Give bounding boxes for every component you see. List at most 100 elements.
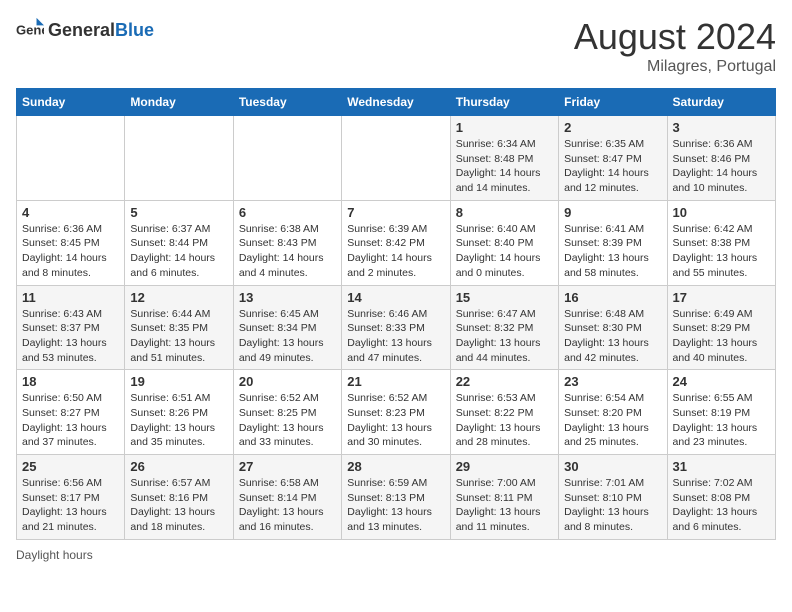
calendar-cell: 22Sunrise: 6:53 AM Sunset: 8:22 PM Dayli…	[450, 370, 558, 455]
day-number: 1	[456, 120, 553, 135]
calendar-cell: 25Sunrise: 6:56 AM Sunset: 8:17 PM Dayli…	[17, 455, 125, 540]
calendar-cell: 26Sunrise: 6:57 AM Sunset: 8:16 PM Dayli…	[125, 455, 233, 540]
day-number: 9	[564, 205, 661, 220]
day-info: Sunrise: 6:54 AM Sunset: 8:20 PM Dayligh…	[564, 391, 661, 450]
day-info: Sunrise: 6:42 AM Sunset: 8:38 PM Dayligh…	[673, 222, 770, 281]
calendar-table: SundayMondayTuesdayWednesdayThursdayFrid…	[16, 88, 776, 540]
calendar-cell: 9 Sunrise: 6:41 AM Sunset: 8:39 PM Daylig…	[559, 200, 667, 285]
day-info: Sunrise: 6:41 AM Sunset: 8:39 PM Dayligh…	[564, 222, 661, 281]
location-subtitle: Milagres, Portugal	[574, 58, 776, 76]
day-info: Sunrise: 7:02 AM Sunset: 8:08 PM Dayligh…	[673, 476, 770, 535]
day-number: 12	[130, 290, 227, 305]
calendar-cell: 18 Sunrise: 6:50 AM Sunset: 8:27 PM Dayli…	[17, 370, 125, 455]
day-number: 2	[564, 120, 661, 135]
day-number: 27	[239, 459, 336, 474]
week-row-2: 4 Sunrise: 6:36 AM Sunset: 8:45 PM Daylig…	[17, 200, 776, 285]
day-info: Sunrise: 6:44 AM Sunset: 8:35 PM Dayligh…	[130, 307, 227, 366]
day-info: Sunrise: 6:53 AM Sunset: 8:22 PM Dayligh…	[456, 391, 553, 450]
week-row-1: 1 Sunrise: 6:34 AM Sunset: 8:48 PM Daylig…	[17, 116, 776, 201]
calendar-cell: 1 Sunrise: 6:34 AM Sunset: 8:48 PM Daylig…	[450, 116, 558, 201]
weekday-header-monday: Monday	[125, 89, 233, 116]
weekday-header-row: SundayMondayTuesdayWednesdayThursdayFrid…	[17, 89, 776, 116]
day-number: 21	[347, 374, 444, 389]
day-number: 14	[347, 290, 444, 305]
weekday-header-friday: Friday	[559, 89, 667, 116]
day-info: Sunrise: 6:58 AM Sunset: 8:14 PM Dayligh…	[239, 476, 336, 535]
day-info: Sunrise: 6:48 AM Sunset: 8:30 PM Dayligh…	[564, 307, 661, 366]
day-info: Sunrise: 6:45 AM Sunset: 8:34 PM Dayligh…	[239, 307, 336, 366]
day-info: Sunrise: 6:52 AM Sunset: 8:25 PM Dayligh…	[239, 391, 336, 450]
logo-icon: General	[16, 16, 44, 44]
week-row-4: 18 Sunrise: 6:50 AM Sunset: 8:27 PM Dayli…	[17, 370, 776, 455]
calendar-cell: 21 Sunrise: 6:52 AM Sunset: 8:23 PM Dayli…	[342, 370, 450, 455]
day-number: 23	[564, 374, 661, 389]
day-number: 24	[673, 374, 770, 389]
calendar-cell: 14 Sunrise: 6:46 AM Sunset: 8:33 PM Dayli…	[342, 285, 450, 370]
day-info: Sunrise: 6:55 AM Sunset: 8:19 PM Dayligh…	[673, 391, 770, 450]
calendar-cell: 5 Sunrise: 6:37 AM Sunset: 8:44 PM Daylig…	[125, 200, 233, 285]
calendar-cell: 10 Sunrise: 6:42 AM Sunset: 8:38 PM Dayli…	[667, 200, 775, 285]
calendar-cell: 20 Sunrise: 6:52 AM Sunset: 8:25 PM Dayli…	[233, 370, 341, 455]
weekday-header-saturday: Saturday	[667, 89, 775, 116]
week-row-3: 11Sunrise: 6:43 AM Sunset: 8:37 PM Dayli…	[17, 285, 776, 370]
weekday-header-tuesday: Tuesday	[233, 89, 341, 116]
day-number: 7	[347, 205, 444, 220]
day-number: 17	[673, 290, 770, 305]
day-number: 16	[564, 290, 661, 305]
day-info: Sunrise: 6:40 AM Sunset: 8:40 PM Dayligh…	[456, 222, 553, 281]
day-info: Sunrise: 6:38 AM Sunset: 8:43 PM Dayligh…	[239, 222, 336, 281]
day-info: Sunrise: 6:46 AM Sunset: 8:33 PM Dayligh…	[347, 307, 444, 366]
day-number: 20	[239, 374, 336, 389]
logo-general-text: General	[48, 20, 115, 40]
day-number: 31	[673, 459, 770, 474]
day-info: Sunrise: 6:50 AM Sunset: 8:27 PM Dayligh…	[22, 391, 119, 450]
calendar-cell: 17 Sunrise: 6:49 AM Sunset: 8:29 PM Dayli…	[667, 285, 775, 370]
day-number: 6	[239, 205, 336, 220]
weekday-header-thursday: Thursday	[450, 89, 558, 116]
calendar-cell: 16 Sunrise: 6:48 AM Sunset: 8:30 PM Dayli…	[559, 285, 667, 370]
day-number: 5	[130, 205, 227, 220]
day-number: 30	[564, 459, 661, 474]
day-info: Sunrise: 6:36 AM Sunset: 8:46 PM Dayligh…	[673, 137, 770, 196]
calendar-cell: 30Sunrise: 7:01 AM Sunset: 8:10 PM Dayli…	[559, 455, 667, 540]
calendar-cell	[342, 116, 450, 201]
day-number: 8	[456, 205, 553, 220]
day-number: 11	[22, 290, 119, 305]
month-year-title: August 2024	[574, 16, 776, 58]
calendar-cell: 27 Sunrise: 6:58 AM Sunset: 8:14 PM Dayli…	[233, 455, 341, 540]
calendar-cell: 13 Sunrise: 6:45 AM Sunset: 8:34 PM Dayli…	[233, 285, 341, 370]
logo: General GeneralBlue	[16, 16, 154, 44]
calendar-cell: 28Sunrise: 6:59 AM Sunset: 8:13 PM Dayli…	[342, 455, 450, 540]
day-info: Sunrise: 6:36 AM Sunset: 8:45 PM Dayligh…	[22, 222, 119, 281]
calendar-cell	[233, 116, 341, 201]
day-info: Sunrise: 6:37 AM Sunset: 8:44 PM Dayligh…	[130, 222, 227, 281]
logo-blue-text: Blue	[115, 20, 154, 40]
day-number: 15	[456, 290, 553, 305]
day-info: Sunrise: 6:57 AM Sunset: 8:16 PM Dayligh…	[130, 476, 227, 535]
calendar-cell	[125, 116, 233, 201]
calendar-cell: 8 Sunrise: 6:40 AM Sunset: 8:40 PM Daylig…	[450, 200, 558, 285]
day-info: Sunrise: 6:49 AM Sunset: 8:29 PM Dayligh…	[673, 307, 770, 366]
calendar-cell	[17, 116, 125, 201]
day-info: Sunrise: 6:59 AM Sunset: 8:13 PM Dayligh…	[347, 476, 444, 535]
footer-note: Daylight hours	[16, 548, 776, 562]
day-info: Sunrise: 7:00 AM Sunset: 8:11 PM Dayligh…	[456, 476, 553, 535]
calendar-cell: 24 Sunrise: 6:55 AM Sunset: 8:19 PM Dayli…	[667, 370, 775, 455]
day-info: Sunrise: 6:34 AM Sunset: 8:48 PM Dayligh…	[456, 137, 553, 196]
day-number: 13	[239, 290, 336, 305]
day-info: Sunrise: 6:56 AM Sunset: 8:17 PM Dayligh…	[22, 476, 119, 535]
day-number: 18	[22, 374, 119, 389]
calendar-cell: 29Sunrise: 7:00 AM Sunset: 8:11 PM Dayli…	[450, 455, 558, 540]
weekday-header-sunday: Sunday	[17, 89, 125, 116]
day-info: Sunrise: 6:47 AM Sunset: 8:32 PM Dayligh…	[456, 307, 553, 366]
calendar-cell: 19 Sunrise: 6:51 AM Sunset: 8:26 PM Dayli…	[125, 370, 233, 455]
day-info: Sunrise: 6:51 AM Sunset: 8:26 PM Dayligh…	[130, 391, 227, 450]
calendar-cell: 15 Sunrise: 6:47 AM Sunset: 8:32 PM Dayli…	[450, 285, 558, 370]
day-number: 4	[22, 205, 119, 220]
day-number: 10	[673, 205, 770, 220]
calendar-cell: 12 Sunrise: 6:44 AM Sunset: 8:35 PM Dayli…	[125, 285, 233, 370]
calendar-cell: 7 Sunrise: 6:39 AM Sunset: 8:42 PM Daylig…	[342, 200, 450, 285]
day-info: Sunrise: 6:39 AM Sunset: 8:42 PM Dayligh…	[347, 222, 444, 281]
day-info: Sunrise: 6:52 AM Sunset: 8:23 PM Dayligh…	[347, 391, 444, 450]
day-number: 19	[130, 374, 227, 389]
